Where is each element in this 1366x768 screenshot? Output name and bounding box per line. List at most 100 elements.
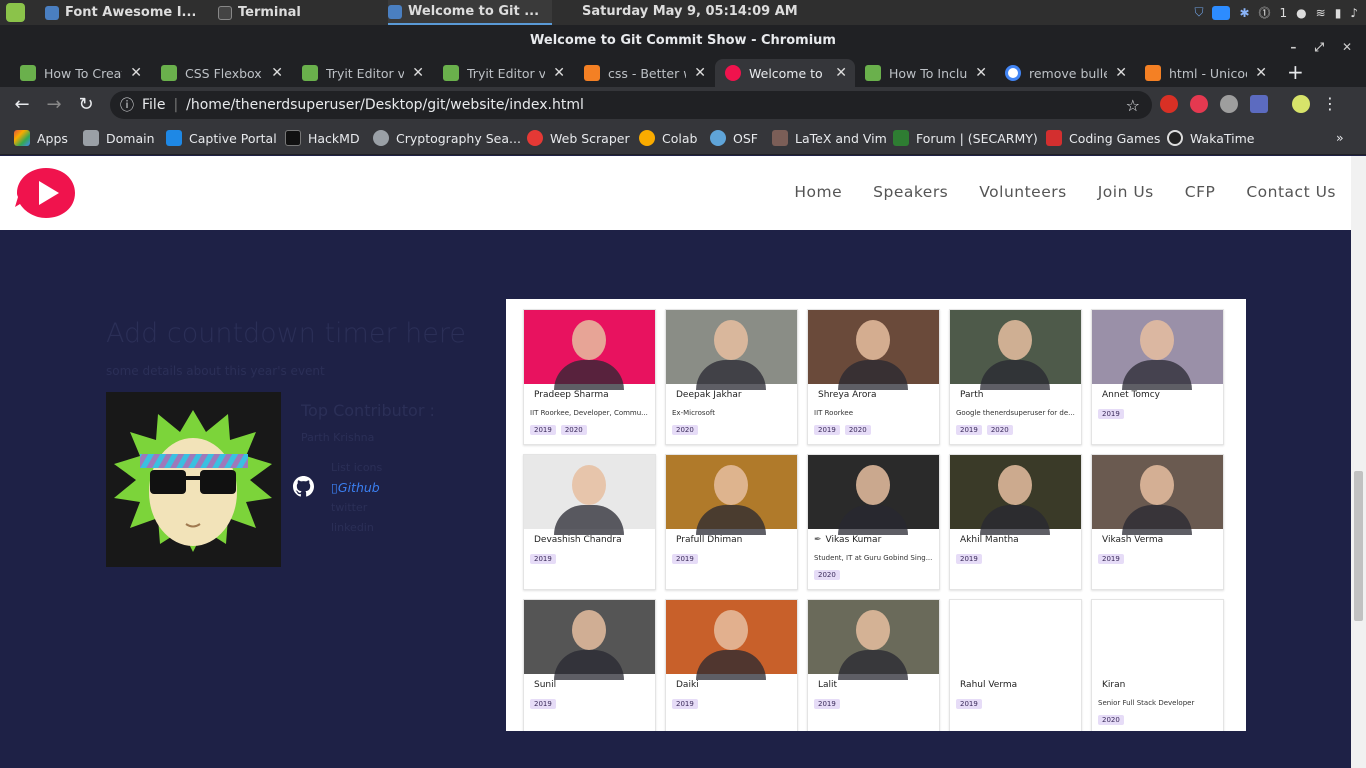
colab-icon (639, 130, 655, 146)
taskbar-item-welcome[interactable]: Welcome to Git ... (388, 0, 552, 25)
speaker-silhouette (856, 610, 890, 650)
bookmark-cryptography[interactable]: Cryptography Sea... (373, 130, 521, 146)
close-tab-icon[interactable]: ✕ (130, 65, 142, 81)
tab-tryit-editor-1[interactable]: Tryit Editor v3✕ (292, 59, 432, 87)
speaker-name: Annet Tomcy (1102, 390, 1161, 400)
tab-css-better[interactable]: css - Better w ✕ (574, 59, 714, 87)
tab-remove-bullets[interactable]: remove bulle ✕ (995, 59, 1135, 87)
wifi-icon[interactable]: ≋ (1316, 6, 1326, 20)
close-tab-icon[interactable]: ✕ (975, 65, 987, 81)
tab-how-to-create[interactable]: How To Creat ✕ (10, 59, 150, 87)
battery-icon[interactable]: ▮ (1335, 6, 1342, 20)
bookmark-apps[interactable]: Apps (14, 130, 68, 146)
tab-how-to-include[interactable]: How To Incluc ✕ (855, 59, 995, 87)
linkedin-link[interactable]: linkedin (331, 518, 382, 538)
bookmark-coding-games[interactable]: Coding Games (1046, 130, 1160, 146)
speaker-card[interactable]: Daiki 2019 (665, 599, 798, 731)
nav-cfp[interactable]: CFP (1185, 183, 1216, 201)
speaker-card[interactable]: Parth Google thenerdsuperuser for de... 20… (949, 309, 1082, 445)
tab-welcome[interactable]: Welcome to G✕ (715, 59, 855, 87)
speaker-name-row: Parth (956, 390, 983, 400)
url-text[interactable]: /home/thenerdsuperuser/Desktop/git/websi… (186, 97, 584, 113)
close-tab-icon[interactable]: ✕ (694, 65, 706, 81)
bookmark-wakatime[interactable]: WakaTime (1167, 130, 1255, 146)
new-tab-button[interactable]: + (1287, 60, 1304, 84)
git-commit-show-logo[interactable] (15, 165, 77, 219)
nav-join-us[interactable]: Join Us (1098, 183, 1154, 201)
taskbar-item-terminal[interactable]: Terminal (218, 0, 358, 25)
more-bookmarks-icon[interactable]: » (1336, 130, 1344, 145)
mint-menu-icon[interactable] (6, 3, 25, 22)
speaker-card[interactable]: Deepak Jakhar Ex-Microsoft 2020 (665, 309, 798, 445)
speaker-card[interactable]: ✒ Vikas Kumar Student, IT at Guru Gobind S… (807, 454, 940, 590)
address-bar[interactable]: ⓘ File | /home/thenerdsuperuser/Desktop/… (110, 91, 1152, 119)
extension-compass-icon[interactable] (1220, 95, 1238, 113)
extension-y-icon[interactable] (1190, 95, 1208, 113)
bookmark-captive-portal[interactable]: Captive Portal (166, 130, 277, 146)
menu-icon[interactable]: ⋮ (1322, 95, 1338, 113)
close-tab-icon[interactable]: ✕ (1115, 65, 1127, 81)
speaker-card[interactable]: Vikash Verma 2019 (1091, 454, 1224, 590)
twitter-link[interactable]: twitter (331, 498, 382, 518)
close-tab-icon[interactable]: ✕ (412, 65, 424, 81)
speaker-silhouette (998, 465, 1032, 505)
bookmark-star-icon[interactable]: ☆ (1126, 96, 1140, 115)
bluetooth-icon[interactable]: ✱ (1239, 6, 1249, 20)
nav-contact-us[interactable]: Contact Us (1246, 183, 1336, 201)
speaker-card[interactable]: Pradeep Sharma IIT Roorkee, Developer, Co… (523, 309, 656, 445)
notification-icon[interactable]: ⓵ (1259, 4, 1271, 21)
bookmark-web-scraper[interactable]: Web Scraper (527, 130, 630, 146)
github-link[interactable]: ▯Github (331, 478, 382, 498)
shield-icon[interactable]: ⛉ (1194, 5, 1203, 20)
speaker-card[interactable]: Lalit 2019 (807, 599, 940, 731)
year-tag: 2020 (1098, 715, 1124, 725)
tab-html-unicode[interactable]: html - Unicod ✕ (1135, 59, 1275, 87)
speaker-card[interactable]: Prafull Dhiman 2019 (665, 454, 798, 590)
nav-speakers[interactable]: Speakers (873, 183, 948, 201)
sound-icon[interactable]: ♪ (1350, 6, 1358, 20)
avatar-icon (772, 130, 788, 146)
speaker-card[interactable]: Shreya Arora IIT Roorkee 2019 2020 (807, 309, 940, 445)
nav-volunteers[interactable]: Volunteers (979, 183, 1066, 201)
close-tab-icon[interactable]: ✕ (553, 65, 565, 81)
bookmark-colab[interactable]: Colab (639, 130, 697, 146)
extension-wand-icon[interactable] (1250, 95, 1268, 113)
reload-icon[interactable]: ↻ (74, 93, 98, 117)
clock[interactable]: Saturday May 9, 05:14:09 AM (582, 4, 798, 19)
taskbar-item-font-awesome[interactable]: Font Awesome I... (45, 0, 195, 25)
close-tab-icon[interactable]: ✕ (271, 65, 283, 81)
speaker-card[interactable]: Sunil 2019 (523, 599, 656, 731)
page-scrollbar[interactable] (1351, 156, 1366, 768)
speaker-photo (524, 310, 655, 390)
speaker-silhouette (714, 320, 748, 360)
bookmarks-bar: Apps Domain Captive Portal HackMD Crypto… (0, 123, 1366, 155)
speaker-card[interactable]: Annet Tomcy 2019 (1091, 309, 1224, 445)
bookmark-latex-vim[interactable]: LaTeX and Vim (772, 130, 887, 146)
extension-hand-icon[interactable] (1160, 95, 1178, 113)
nav-home[interactable]: Home (794, 183, 842, 201)
speaker-card[interactable]: Kiran Senior Full Stack Developer 2020 (1091, 599, 1224, 731)
speaker-card[interactable]: Akhil Mantha 2019 (949, 454, 1082, 590)
scrollbar-thumb[interactable] (1354, 471, 1363, 621)
bookmark-domain[interactable]: Domain (83, 130, 155, 146)
speaker-name-row: Annet Tomcy (1098, 390, 1160, 400)
bookmark-hackmd[interactable]: HackMD (285, 130, 360, 146)
info-icon[interactable]: ⓘ (120, 95, 134, 115)
github-icon[interactable] (293, 476, 314, 497)
bookmark-osf[interactable]: OSF (710, 130, 758, 146)
close-tab-icon[interactable]: ✕ (1255, 65, 1267, 81)
scheme-label: File (142, 97, 166, 113)
forward-icon[interactable]: → (42, 93, 66, 117)
tab-css-flexbox[interactable]: CSS Flexbox (✕ (151, 59, 291, 87)
speaker-shoulders (838, 360, 908, 390)
bookmark-forum-secarmy[interactable]: Forum | (SECARMY) (893, 130, 1038, 146)
speaker-card[interactable]: Rahul Verma 2019 (949, 599, 1082, 731)
user-icon[interactable]: ● (1296, 6, 1306, 20)
speakers-grid: Pradeep Sharma IIT Roorkee, Developer, Co… (506, 299, 1246, 731)
zoom-icon[interactable] (1212, 5, 1231, 20)
profile-avatar[interactable] (1292, 95, 1310, 113)
close-tab-icon[interactable]: ✕ (835, 65, 847, 81)
speaker-card[interactable]: Devashish Chandra 2019 (523, 454, 656, 590)
tab-tryit-editor-2[interactable]: Tryit Editor v3✕ (433, 59, 573, 87)
back-icon[interactable]: ← (10, 93, 34, 117)
